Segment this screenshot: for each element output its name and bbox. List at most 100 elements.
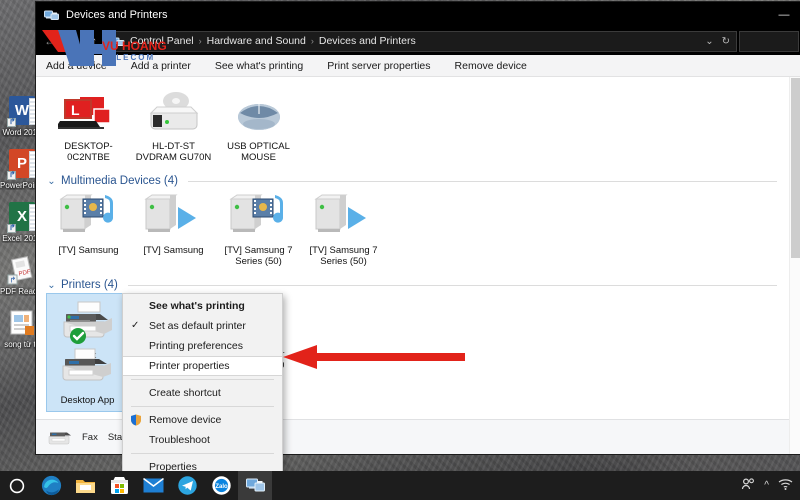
menu-separator [131,406,274,407]
device-tile-label: [TV] Samsung [143,245,204,256]
svg-text:↱: ↱ [10,276,17,285]
device-tile-tv-samsung-7-series-1[interactable]: [TV] Samsung 7 Series (50) [216,189,301,273]
cortana-circle-icon[interactable] [0,471,34,500]
group-header-printers[interactable]: ⌄ Printers (4) [46,279,789,291]
device-tile-label: USB OPTICAL MOUSE [227,141,290,163]
menu-item-label: Set as default printer [149,320,246,332]
menu-item-printing-preferences[interactable]: Printing preferences [123,336,282,356]
menu-item-label: Troubleshoot [149,434,210,446]
mail-icon[interactable] [136,471,170,500]
device-tile-dvd-drive[interactable]: HL-DT-ST DVDRAM GU70N [131,85,216,169]
scrollbar-thumb[interactable] [791,78,800,258]
menu-item-set-as-default-printer[interactable]: ✓ Set as default printer [123,316,282,336]
svg-text:Zalo: Zalo [215,484,228,490]
menu-item-see-whats-printing[interactable]: See what's printing [123,296,282,316]
device-tile-label: HL-DT-ST DVDRAM GU70N [135,141,212,163]
red-arrow-annotation [283,345,465,369]
remove-device-button[interactable]: Remove device [443,60,539,72]
media-device-icon [48,193,129,241]
laptop-icon: L [48,89,129,137]
menu-separator [131,453,274,454]
devices-group-items: L DESKTOP-0C2NTBE HL-DT-ST DVDRAM GU70N … [46,85,789,169]
zalo-icon[interactable]: Zalo [204,471,238,500]
group-divider [187,180,777,182]
breadcrumb-separator: › [310,36,314,46]
forward-arrow-icon[interactable]: → [62,31,82,52]
window-title-bar: Devices and Printers — [36,2,800,28]
printer-tile-desktop-app[interactable]: Desktop App [45,339,130,412]
device-tile-tv-samsung-1[interactable]: [TV] Samsung [46,189,131,273]
telegram-icon[interactable] [170,471,204,500]
file-explorer-icon[interactable] [68,471,102,500]
see-whats-printing-button[interactable]: See what's printing [203,60,315,72]
powerpoint-icon: P [7,149,40,180]
breadcrumb-item-hardware-and-sound[interactable]: Hardware and Sound [207,35,306,47]
document-icon [7,308,37,338]
chevron-down-icon[interactable]: ⌄ [46,176,57,187]
minimize-button[interactable]: — [766,2,800,28]
svg-text:L: L [71,102,80,118]
print-server-properties-button[interactable]: Print server properties [315,60,442,72]
menu-separator [131,379,274,380]
chevron-down-icon[interactable]: ⌄ [46,280,57,291]
wifi-icon[interactable] [778,478,793,493]
group-divider [127,284,777,286]
window-controls: — [766,2,800,28]
search-input[interactable] [739,30,799,52]
device-tile-tv-samsung-7-series-2[interactable]: [TV] Samsung 7 Series (50) [301,189,386,273]
printer-tile-label: Desktop App [60,395,115,406]
menu-item-troubleshoot[interactable]: Troubleshoot [123,430,282,450]
add-a-device-button[interactable]: Add a device [42,60,119,72]
menu-item-label: See what's printing [149,300,245,312]
device-tile-desktop[interactable]: L DESKTOP-0C2NTBE [46,85,131,169]
device-tile-label: DESKTOP-0C2NTBE [64,141,113,163]
menu-item-label: Printer properties [149,360,230,372]
vertical-scrollbar[interactable] [789,77,800,454]
group-header-multimedia-devices[interactable]: ⌄ Multimedia Devices (4) [46,175,789,187]
devices-printers-icon [44,8,59,23]
microsoft-store-icon[interactable] [102,471,136,500]
device-tile-tv-samsung-2[interactable]: [TV] Samsung [131,189,216,273]
address-bar: ← → ↑ Control Panel › Hardware and Sound… [36,28,800,55]
breadcrumb-item-devices-and-printers[interactable]: Devices and Printers [319,35,416,47]
menu-item-remove-device[interactable]: Remove device [123,410,282,430]
word-icon: W [7,96,40,127]
group-title: Multimedia Devices (4) [61,175,178,187]
chevron-down-icon[interactable]: ⌄ [705,36,713,47]
breadcrumb[interactable]: Control Panel › Hardware and Sound › Dev… [106,30,737,52]
menu-item-label: Printing preferences [149,340,243,352]
printer-context-menu: See what's printing ✓ Set as default pri… [122,293,283,480]
fax-icon [49,298,128,346]
check-icon: ✓ [131,320,140,331]
excel-icon: X [7,202,40,233]
edge-icon[interactable] [34,471,68,500]
device-tile-label: [TV] Samsung [58,245,119,256]
taskbar: Zalo ^ [0,471,800,500]
add-a-printer-button[interactable]: Add a printer [119,60,203,72]
menu-item-printer-properties[interactable]: Printer properties [123,356,282,376]
up-arrow-icon[interactable]: ↑ [84,31,104,52]
printer-icon [47,343,128,391]
people-icon[interactable] [741,478,755,493]
media-device-icon [303,193,384,241]
refresh-icon[interactable]: ↻ [722,36,730,47]
group-title: Printers (4) [61,279,118,291]
breadcrumb-tools: ⌄ ↻ [705,36,732,47]
back-arrow-icon[interactable]: ← [40,31,60,52]
window-title-text: Devices and Printers [66,9,168,21]
fax-icon [46,424,72,450]
optical-drive-icon [133,89,214,137]
details-name: Fax [82,431,98,443]
devices-printers-taskbar-icon[interactable] [238,471,272,500]
menu-item-create-shortcut[interactable]: Create shortcut [123,383,282,403]
control-panel-icon [111,35,125,47]
multimedia-group-items: [TV] Samsung [TV] Samsung [TV] Samsung 7… [46,189,789,273]
show-hidden-icons-chevron[interactable]: ^ [764,480,769,491]
pdf-icon: PDF ↱ [7,255,37,285]
mouse-icon [218,89,299,137]
command-bar: Add a device Add a printer See what's pr… [36,55,800,77]
uac-shield-icon [130,414,142,426]
media-device-icon [218,193,299,241]
device-tile-mouse[interactable]: USB OPTICAL MOUSE [216,85,301,169]
breadcrumb-item-control-panel[interactable]: Control Panel [130,35,194,47]
